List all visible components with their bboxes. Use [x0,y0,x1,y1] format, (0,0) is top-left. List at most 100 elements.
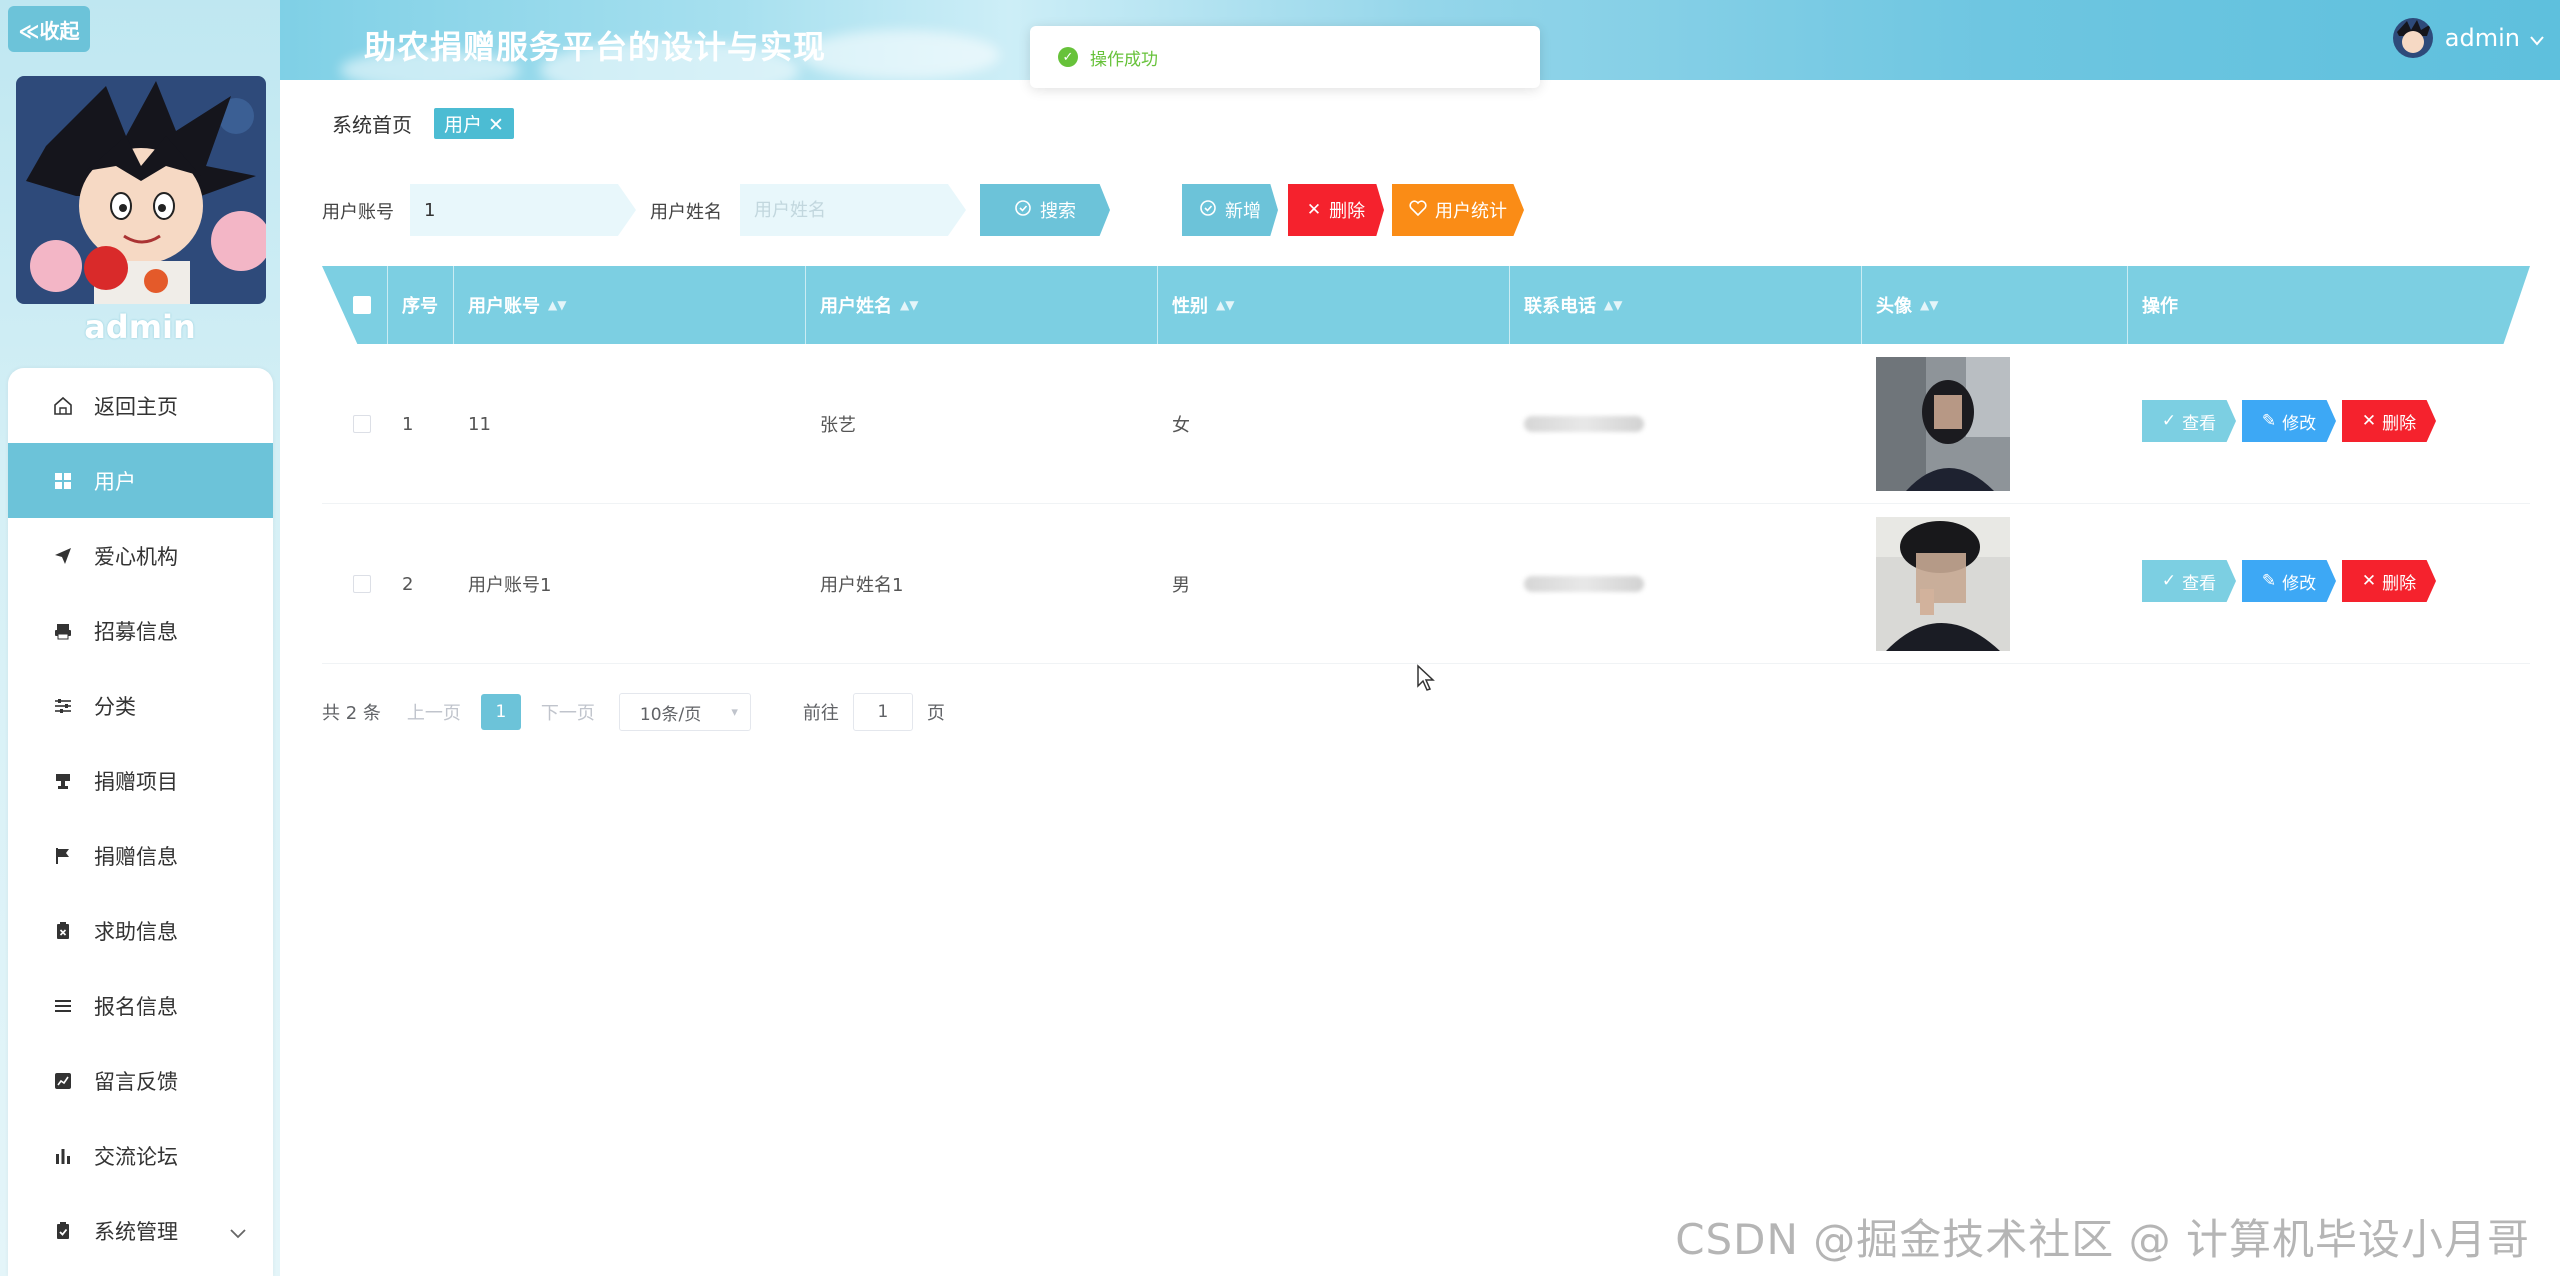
close-icon: ✕ [2361,411,2377,431]
sidebar-item-label: 留言反馈 [94,1069,178,1094]
sidebar-item-label: 求助信息 [94,919,178,944]
user-avatar-photo[interactable] [1876,357,2010,491]
sidebar-item-feedback[interactable]: 留言反馈 [8,1043,273,1118]
sort-icon[interactable]: ▲▼ [1216,298,1234,312]
sidebar-item-system[interactable]: 系统管理 [8,1193,273,1268]
sidebar-item-label: 招募信息 [94,619,178,644]
header-username: admin [2444,24,2520,52]
goto-label: 前往 [802,703,839,724]
goto-page-input[interactable] [852,693,913,731]
sidebar-item-help-info[interactable]: 求助信息 [8,893,273,968]
sidebar-item-users[interactable]: 用户 [8,443,273,518]
phone-blurred [1524,416,1644,432]
page-size-value: 10条/页 [639,704,702,725]
name-label: 用户姓名 [650,202,722,223]
col-name-label: 用户姓名 [820,296,892,317]
search-button[interactable]: 搜索 [980,184,1110,236]
sidebar-item-home[interactable]: 返回主页 [8,368,273,443]
breadcrumb-home[interactable]: 系统首页 [332,109,412,138]
pagination: 共 2 条 上一页 1 下一页 10条/页 ▾ 前往 页 [322,692,945,732]
user-avatar-photo[interactable] [1876,517,2010,651]
name-input[interactable] [740,184,966,236]
collapse-button[interactable]: ≪收起 [8,6,90,52]
cell-avatar [1862,344,2128,504]
edit-label: 修改 [2282,413,2317,434]
stamp-icon [52,770,74,792]
cell-gender: 女 [1172,415,1190,436]
sort-icon[interactable]: ▲▼ [1604,298,1622,312]
sidebar-item-label: 交流论坛 [94,1144,178,1169]
batch-delete-button[interactable]: ✕ 删除 [1288,184,1384,236]
sort-icon[interactable]: ▲▼ [548,298,566,312]
edit-button[interactable]: ✎ 修改 [2242,560,2336,602]
col-actions-label: 操作 [2142,296,2178,317]
sidebar-item-recruitment[interactable]: 招募信息 [8,593,273,668]
col-name[interactable]: 用户姓名 ▲▼ [806,266,1158,344]
sidebar-item-charity-org[interactable]: 爱心机构 [8,518,273,593]
sort-icon[interactable]: ▲▼ [900,298,918,312]
sort-icon[interactable]: ▲▼ [1920,298,1938,312]
delete-button[interactable]: ✕ 删除 [2342,400,2436,442]
chevron-down-icon[interactable] [229,1221,247,1245]
bar-chart-icon [52,1145,74,1167]
sidebar-item-label: 系统管理 [94,1219,178,1244]
cell-phone [1510,344,1862,504]
phone-blurred [1524,576,1644,592]
app-title: 助农捐赠服务平台的设计与实现 [364,28,827,66]
col-account[interactable]: 用户账号 ▲▼ [454,266,806,344]
account-input[interactable] [410,184,636,236]
sidebar-avatar [16,76,266,304]
breadcrumb: 系统首页 用户 ✕ [332,108,514,139]
view-label: 查看 [2182,573,2217,594]
prev-page-button[interactable]: 上一页 [407,699,461,725]
delete-button[interactable]: ✕ 删除 [2342,560,2436,602]
row-select-cell [322,344,388,504]
next-page-button[interactable]: 下一页 [541,699,595,725]
cell-account: 11 [468,413,491,435]
select-all-checkbox[interactable] [352,296,371,314]
cell-index: 2 [402,573,414,595]
sidebar-item-signup-info[interactable]: 报名信息 [8,968,273,1043]
col-phone[interactable]: 联系电话 ▲▼ [1510,266,1862,344]
table-header: 序号 用户账号 ▲▼ 用户姓名 ▲▼ 性别 ▲▼ 联系电话 ▲▼ 头像 ▲▼ 操作 [322,266,2530,344]
watermark: CSDN @掘金技术社区 @ 计算机毕设小月哥 [1675,1215,2530,1264]
page-size-select[interactable]: 10条/页 ▾ [618,693,751,731]
col-account-label: 用户账号 [468,296,540,317]
add-button[interactable]: 新增 [1182,184,1278,236]
sidebar-item-label: 爱心机构 [94,544,178,569]
batch-delete-label: 删除 [1329,201,1366,222]
cell-name: 用户姓名1 [820,575,904,596]
cell-name: 张艺 [820,415,856,436]
sidebar-item-forum[interactable]: 交流论坛 [8,1118,273,1193]
user-stats-button[interactable]: 用户统计 [1392,184,1524,236]
sidebar-item-label: 返回主页 [94,394,178,419]
search-button-label: 搜索 [1040,201,1076,222]
chevron-down-icon [2530,24,2544,52]
pagination-total: 共 2 条 [322,703,381,724]
success-toast: ✓ 操作成功 [1030,26,1540,88]
view-button[interactable]: ✓ 查看 [2142,560,2236,602]
sliders-icon [52,695,74,717]
list-icon [52,995,74,1017]
col-avatar[interactable]: 头像 ▲▼ [1862,266,2128,344]
home-icon [52,395,74,417]
breadcrumb-tag-users[interactable]: 用户 ✕ [434,108,514,139]
grid-icon [52,470,74,492]
row-checkbox[interactable] [353,415,371,433]
heart-icon [1409,199,1427,221]
page-unit-label: 页 [926,703,945,724]
col-gender[interactable]: 性别 ▲▼ [1158,266,1510,344]
sidebar-menu: 返回主页 用户 爱心机构 招募信息 分类 捐赠项目 捐赠信息 求助信息 报名信息… [8,368,273,1276]
sidebar-item-donation-project[interactable]: 捐赠项目 [8,743,273,818]
row-checkbox[interactable] [353,575,371,593]
view-button[interactable]: ✓ 查看 [2142,400,2236,442]
edit-button[interactable]: ✎ 修改 [2242,400,2336,442]
page-1-button[interactable]: 1 [480,694,521,730]
clipboard-check-icon [52,1220,74,1242]
user-menu[interactable]: admin [2392,18,2544,58]
sidebar-item-category[interactable]: 分类 [8,668,273,743]
col-gender-label: 性别 [1172,296,1208,317]
check-icon: ✓ [2161,571,2177,591]
flag-icon [52,845,74,867]
sidebar-item-donation-info[interactable]: 捐赠信息 [8,818,273,893]
